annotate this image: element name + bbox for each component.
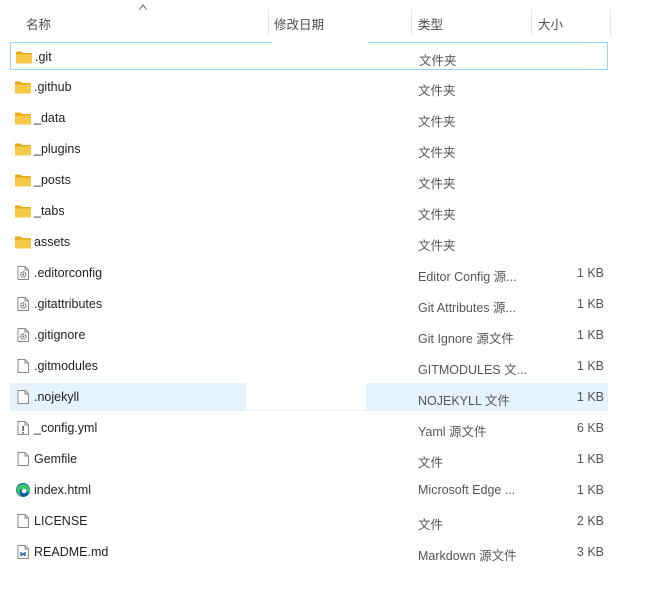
column-header-modified[interactable]: 修改日期 xyxy=(274,14,324,33)
column-header-type[interactable]: 类型 xyxy=(418,14,443,33)
file-size: 3 KB xyxy=(576,545,604,559)
file-name: .nojekyll xyxy=(34,390,80,404)
blank-file-icon xyxy=(17,514,29,528)
file-type: 文件夹 xyxy=(418,115,456,129)
redaction-mask xyxy=(272,41,368,69)
folder-icon xyxy=(15,174,31,187)
edge-icon xyxy=(16,483,31,497)
folder-icon xyxy=(15,205,31,218)
column-divider[interactable] xyxy=(531,10,532,36)
file-row[interactable]: Gemfile 文件 1 KB xyxy=(10,445,608,473)
yaml-file-icon xyxy=(17,421,29,435)
folder-icon xyxy=(15,81,31,94)
file-name: _posts xyxy=(34,173,71,187)
column-header-size[interactable]: 大小 xyxy=(538,14,563,33)
file-name: Gemfile xyxy=(34,452,78,466)
settings-file-icon xyxy=(17,297,29,311)
file-type: 文件 xyxy=(418,456,444,470)
file-size: 2 KB xyxy=(576,514,604,528)
file-type: 文件夹 xyxy=(419,54,457,68)
file-name: _config.yml xyxy=(34,421,98,435)
blank-file-icon xyxy=(17,359,29,373)
file-name: .gitattributes xyxy=(34,297,103,311)
file-type: 文件 xyxy=(418,518,444,532)
settings-file-icon xyxy=(17,328,29,342)
file-size: 1 KB xyxy=(576,390,604,404)
file-row[interactable]: .editorconfig Editor Config 源... 1 KB xyxy=(10,259,608,287)
file-type: Git Ignore 源文件 xyxy=(418,332,514,346)
file-type: 文件夹 xyxy=(418,146,456,160)
file-type: Editor Config 源... xyxy=(418,270,517,284)
folder-icon xyxy=(15,112,31,125)
file-name: .gitmodules xyxy=(34,359,98,373)
file-row[interactable]: .gitignore Git Ignore 源文件 1 KB xyxy=(10,321,608,349)
file-size: 1 KB xyxy=(576,483,604,497)
file-name: assets xyxy=(34,235,71,249)
file-size: 1 KB xyxy=(576,452,604,466)
file-name: .editorconfig xyxy=(34,266,103,280)
column-header-name[interactable]: 名称 xyxy=(26,14,51,33)
folder-icon xyxy=(15,236,31,249)
file-size: 6 KB xyxy=(576,421,604,435)
file-name: _tabs xyxy=(34,204,65,218)
column-divider[interactable] xyxy=(610,10,611,36)
file-name: .git xyxy=(35,50,52,64)
blank-file-icon xyxy=(17,390,29,404)
sort-ascending-icon xyxy=(139,4,147,10)
file-type: Git Attributes 源... xyxy=(418,301,516,315)
file-row[interactable]: _plugins 文件夹 xyxy=(10,135,608,163)
file-row[interactable]: _config.yml Yaml 源文件 6 KB xyxy=(10,414,608,442)
markdown-file-icon xyxy=(17,545,29,559)
file-type: 文件夹 xyxy=(418,84,456,98)
column-divider[interactable] xyxy=(268,10,269,36)
settings-file-icon xyxy=(17,266,29,280)
file-row[interactable]: _posts 文件夹 xyxy=(10,166,608,194)
file-row[interactable]: .gitattributes Git Attributes 源... 1 KB xyxy=(10,290,608,318)
folder-icon xyxy=(16,51,32,64)
file-row[interactable]: LICENSE 文件 2 KB xyxy=(10,507,608,535)
file-type: 文件夹 xyxy=(418,208,456,222)
file-row[interactable]: assets 文件夹 xyxy=(10,228,608,256)
file-name: LICENSE xyxy=(34,514,88,528)
file-row[interactable]: _tabs 文件夹 xyxy=(10,197,608,225)
file-size: 1 KB xyxy=(576,328,604,342)
column-divider[interactable] xyxy=(411,10,412,36)
column-header-bar: 名称 修改日期 类型 大小 xyxy=(0,0,668,40)
file-name: index.html xyxy=(34,483,91,497)
file-size: 1 KB xyxy=(576,266,604,280)
blank-file-icon xyxy=(17,452,29,466)
file-type: NOJEKYLL 文件 xyxy=(418,394,510,408)
file-type: 文件夹 xyxy=(418,177,456,191)
file-type: GITMODULES 文... xyxy=(418,363,528,377)
file-size: 1 KB xyxy=(576,359,604,373)
file-type: Microsoft Edge ... xyxy=(418,483,516,497)
file-type: Yaml 源文件 xyxy=(418,425,487,439)
file-row[interactable]: index.html Microsoft Edge ... 1 KB xyxy=(10,476,608,504)
file-row[interactable]: .github 文件夹 xyxy=(10,73,608,101)
file-name: .github xyxy=(34,80,72,94)
redaction-mask xyxy=(246,382,366,410)
file-type: Markdown 源文件 xyxy=(418,549,517,563)
file-row[interactable]: .gitmodules GITMODULES 文... 1 KB xyxy=(10,352,608,380)
folder-icon xyxy=(15,143,31,156)
file-name: .gitignore xyxy=(34,328,86,342)
file-name: _plugins xyxy=(34,142,81,156)
file-type: 文件夹 xyxy=(418,239,456,253)
file-row[interactable]: _data 文件夹 xyxy=(10,104,608,132)
file-size: 1 KB xyxy=(576,297,604,311)
file-row[interactable]: README.md Markdown 源文件 3 KB xyxy=(10,538,608,566)
file-name: _data xyxy=(34,111,66,125)
file-name: README.md xyxy=(34,545,109,559)
